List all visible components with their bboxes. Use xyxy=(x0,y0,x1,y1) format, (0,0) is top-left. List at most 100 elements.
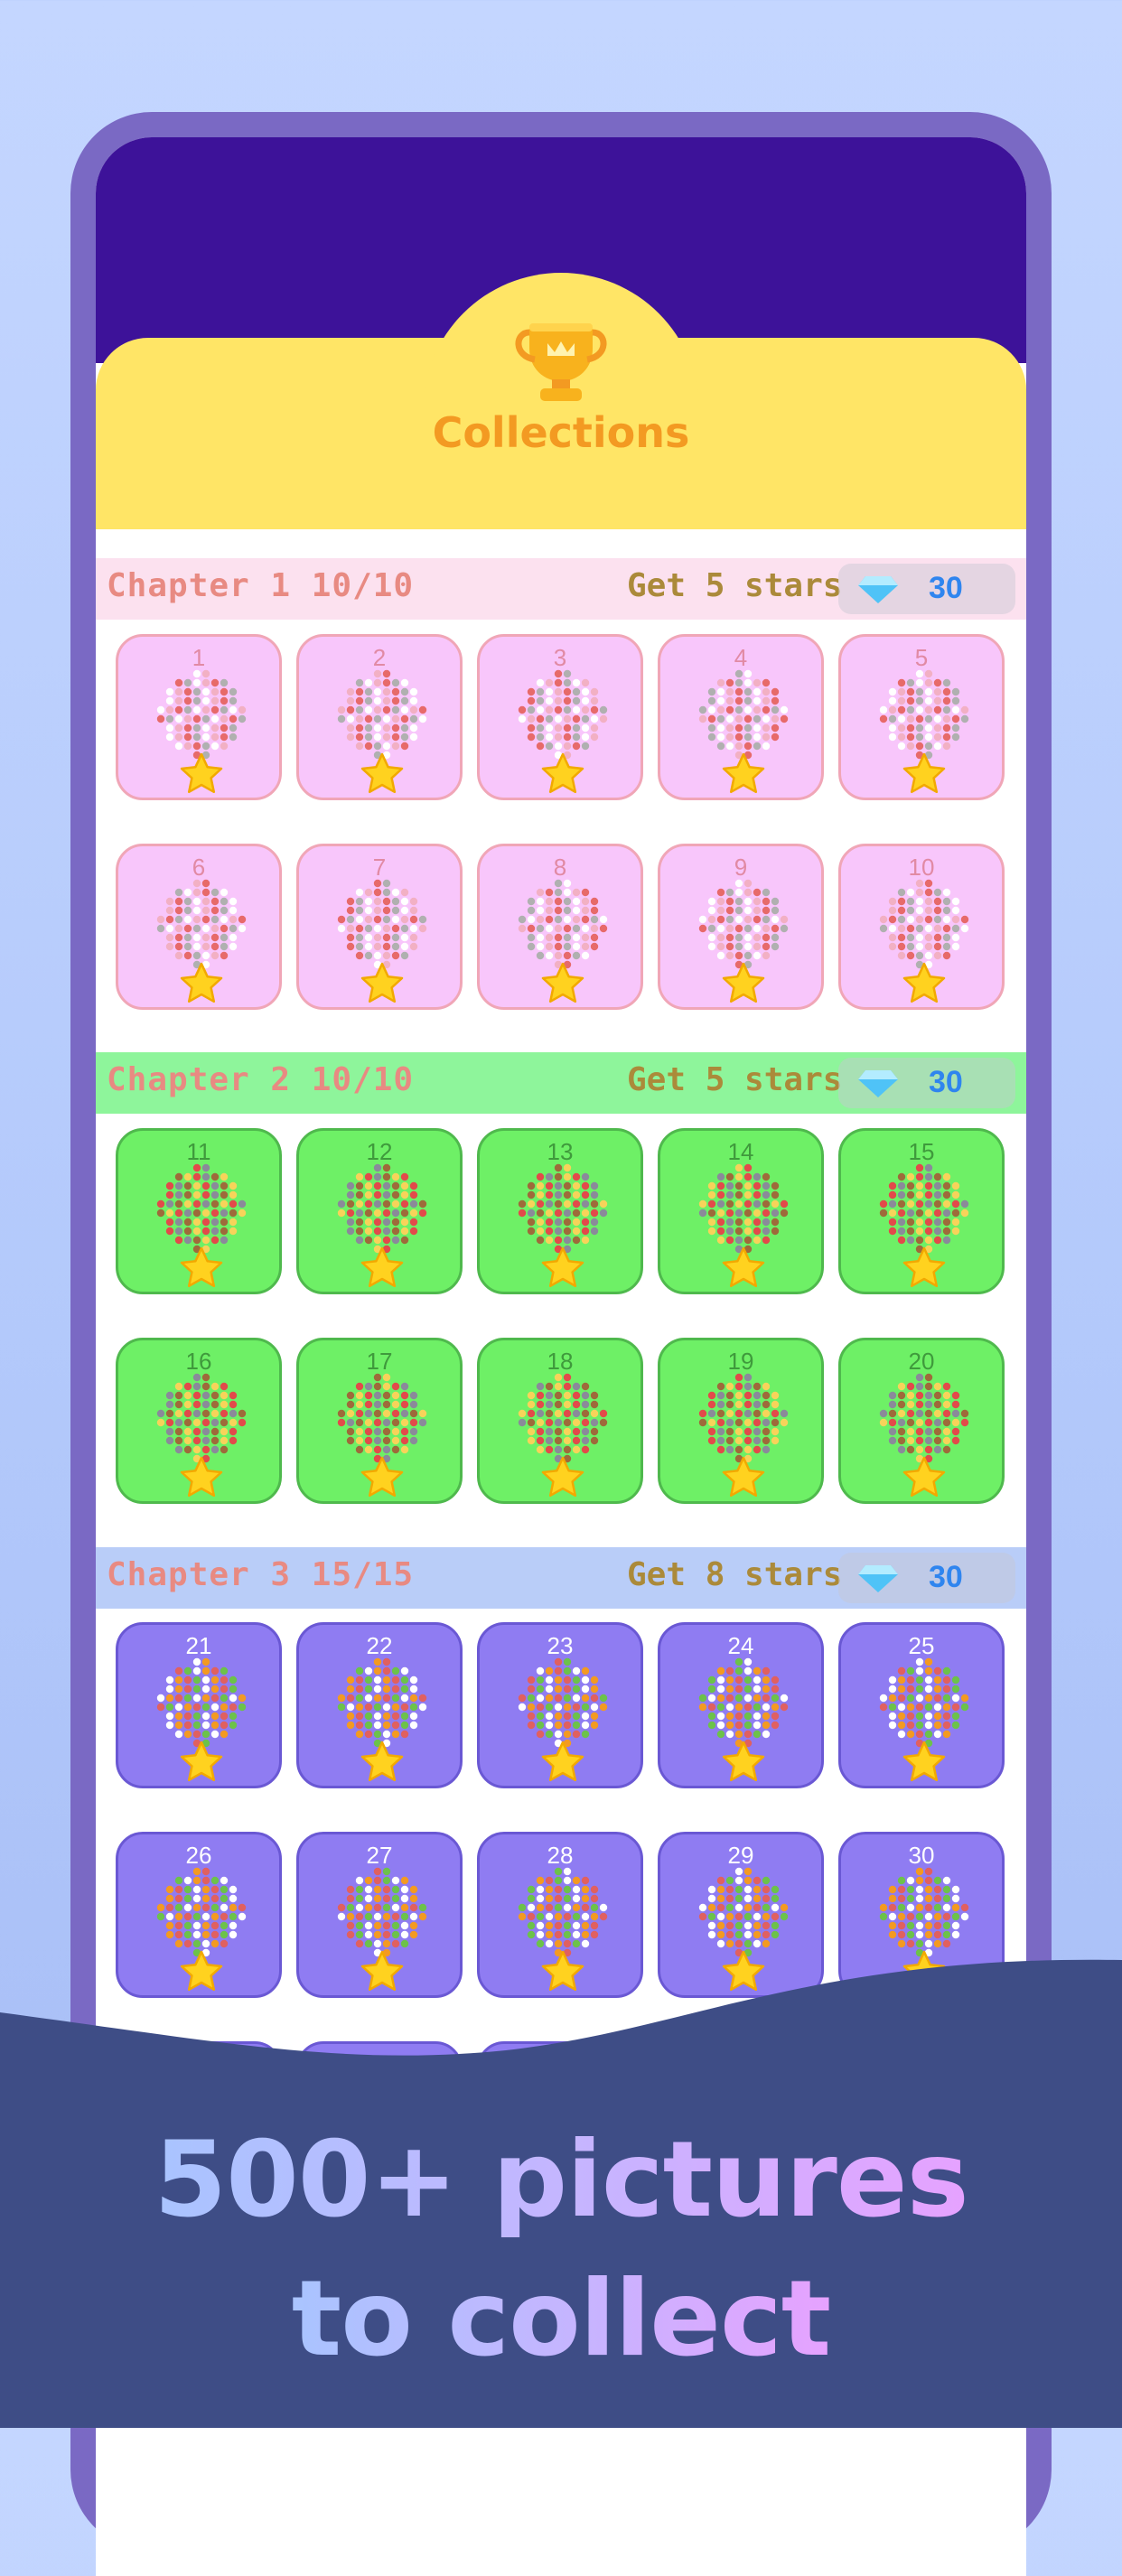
picture-tile[interactable]: 17 xyxy=(296,1338,463,1504)
lollipop-icon xyxy=(156,669,247,760)
picture-tile[interactable]: 18 xyxy=(477,1338,643,1504)
star-icon xyxy=(360,752,404,794)
picture-number: 16 xyxy=(185,1348,212,1375)
picture-number: 18 xyxy=(547,1348,574,1375)
diamond-icon xyxy=(858,1070,898,1097)
star-icon xyxy=(541,752,584,794)
picture-number: 25 xyxy=(908,1632,935,1659)
picture-tile[interactable]: 4 xyxy=(658,634,824,800)
picture-tile[interactable]: 24 xyxy=(658,1622,824,1788)
picture-tile[interactable]: 20 xyxy=(838,1338,1005,1504)
chapter-1-header: Chapter 1 10/10 Get 5 stars 30 xyxy=(96,558,1026,620)
picture-number: 6 xyxy=(192,854,206,881)
star-icon xyxy=(541,1741,584,1782)
reward-badge[interactable]: 30 xyxy=(838,564,1015,614)
picture-tile[interactable]: 25 xyxy=(838,1622,1005,1788)
picture-tile[interactable]: 10 xyxy=(838,844,1005,1010)
picture-tile[interactable]: 8 xyxy=(477,844,643,1010)
picture-tile[interactable]: 2 xyxy=(296,634,463,800)
crocodile-icon xyxy=(879,1867,969,1957)
star-icon xyxy=(902,1456,946,1498)
picture-tile[interactable]: 23 xyxy=(477,1622,643,1788)
star-icon xyxy=(360,1246,404,1288)
picture-number: 29 xyxy=(727,1842,754,1869)
star-icon xyxy=(360,962,404,1003)
tiger-icon xyxy=(337,1867,427,1957)
snake-icon xyxy=(518,879,608,969)
picture-tile[interactable]: 14 xyxy=(658,1128,824,1294)
picture-tile[interactable]: 22 xyxy=(296,1622,463,1788)
chapter-goal: Get 5 stars xyxy=(627,1061,843,1098)
picture-number: 3 xyxy=(553,644,567,671)
beetle-icon xyxy=(337,1657,427,1748)
picture-tile[interactable]: 19 xyxy=(658,1338,824,1504)
picture-number: 21 xyxy=(185,1632,212,1659)
picture-number: 15 xyxy=(908,1138,935,1165)
picture-number: 27 xyxy=(366,1842,393,1869)
lizard-icon xyxy=(879,1163,969,1254)
picture-number: 24 xyxy=(727,1632,754,1659)
reward-value: 30 xyxy=(929,1560,963,1594)
cat-icon xyxy=(698,669,789,760)
star-icon xyxy=(902,962,946,1003)
star-icon xyxy=(541,1246,584,1288)
picture-number: 17 xyxy=(366,1348,393,1375)
picture-tile[interactable]: 15 xyxy=(838,1128,1005,1294)
picture-number: 8 xyxy=(553,854,567,881)
raccoon-icon xyxy=(698,1163,789,1254)
reward-value: 30 xyxy=(929,571,963,605)
picture-tile[interactable]: 16 xyxy=(116,1338,282,1504)
sheep-icon xyxy=(698,879,789,969)
flamingo-icon xyxy=(879,669,969,760)
picture-tile[interactable]: 3 xyxy=(477,634,643,800)
picture-tile[interactable]: 11 xyxy=(116,1128,282,1294)
penguin-icon xyxy=(698,1373,789,1463)
star-icon xyxy=(722,1246,765,1288)
star-icon xyxy=(902,1741,946,1782)
chapter-title: Chapter 3 15/15 xyxy=(107,1556,415,1593)
picture-tile[interactable]: 9 xyxy=(658,844,824,1010)
picture-tile[interactable]: 12 xyxy=(296,1128,463,1294)
star-icon xyxy=(722,1456,765,1498)
jeep-icon xyxy=(698,1867,789,1957)
reward-badge[interactable]: 30 xyxy=(838,1058,1015,1108)
picture-number: 14 xyxy=(727,1138,754,1165)
picture-tile[interactable]: 5 xyxy=(838,634,1005,800)
reward-badge[interactable]: 30 xyxy=(838,1553,1015,1603)
star-icon xyxy=(902,752,946,794)
shrimp-icon xyxy=(518,669,608,760)
picture-number: 22 xyxy=(366,1632,393,1659)
crab-icon xyxy=(337,879,427,969)
diamond-icon xyxy=(858,576,898,603)
chick-icon xyxy=(518,1163,608,1254)
star-icon xyxy=(360,1741,404,1782)
chapter-goal: Get 8 stars xyxy=(627,1556,843,1593)
ice-cream-icon xyxy=(518,1867,608,1957)
picture-number: 13 xyxy=(547,1138,574,1165)
picture-number: 10 xyxy=(908,854,935,881)
elephant-icon xyxy=(518,1373,608,1463)
alien-icon xyxy=(156,1373,247,1463)
reward-value: 30 xyxy=(929,1065,963,1099)
picture-number: 19 xyxy=(727,1348,754,1375)
picture-tile[interactable]: 21 xyxy=(116,1622,282,1788)
chapter-3-header: Chapter 3 15/15 Get 8 stars 30 xyxy=(96,1547,1026,1609)
star-icon xyxy=(541,962,584,1003)
picture-number: 28 xyxy=(547,1842,574,1869)
picture-tile[interactable]: 13 xyxy=(477,1128,643,1294)
clownfish-icon xyxy=(518,1657,608,1748)
corn-icon xyxy=(879,1657,969,1748)
picture-tile[interactable]: 6 xyxy=(116,844,282,1010)
picture-number: 20 xyxy=(908,1348,935,1375)
strawberry-icon xyxy=(337,1373,427,1463)
star-icon xyxy=(180,752,223,794)
star-icon xyxy=(180,1456,223,1498)
diamond-icon xyxy=(858,1565,898,1592)
monkey-icon xyxy=(156,1163,247,1254)
star-icon xyxy=(902,1246,946,1288)
picture-tile[interactable]: 7 xyxy=(296,844,463,1010)
picture-tile[interactable]: 1 xyxy=(116,634,282,800)
poodle-icon xyxy=(156,1657,247,1748)
picture-number: 7 xyxy=(372,854,387,881)
picture-number: 4 xyxy=(734,644,748,671)
